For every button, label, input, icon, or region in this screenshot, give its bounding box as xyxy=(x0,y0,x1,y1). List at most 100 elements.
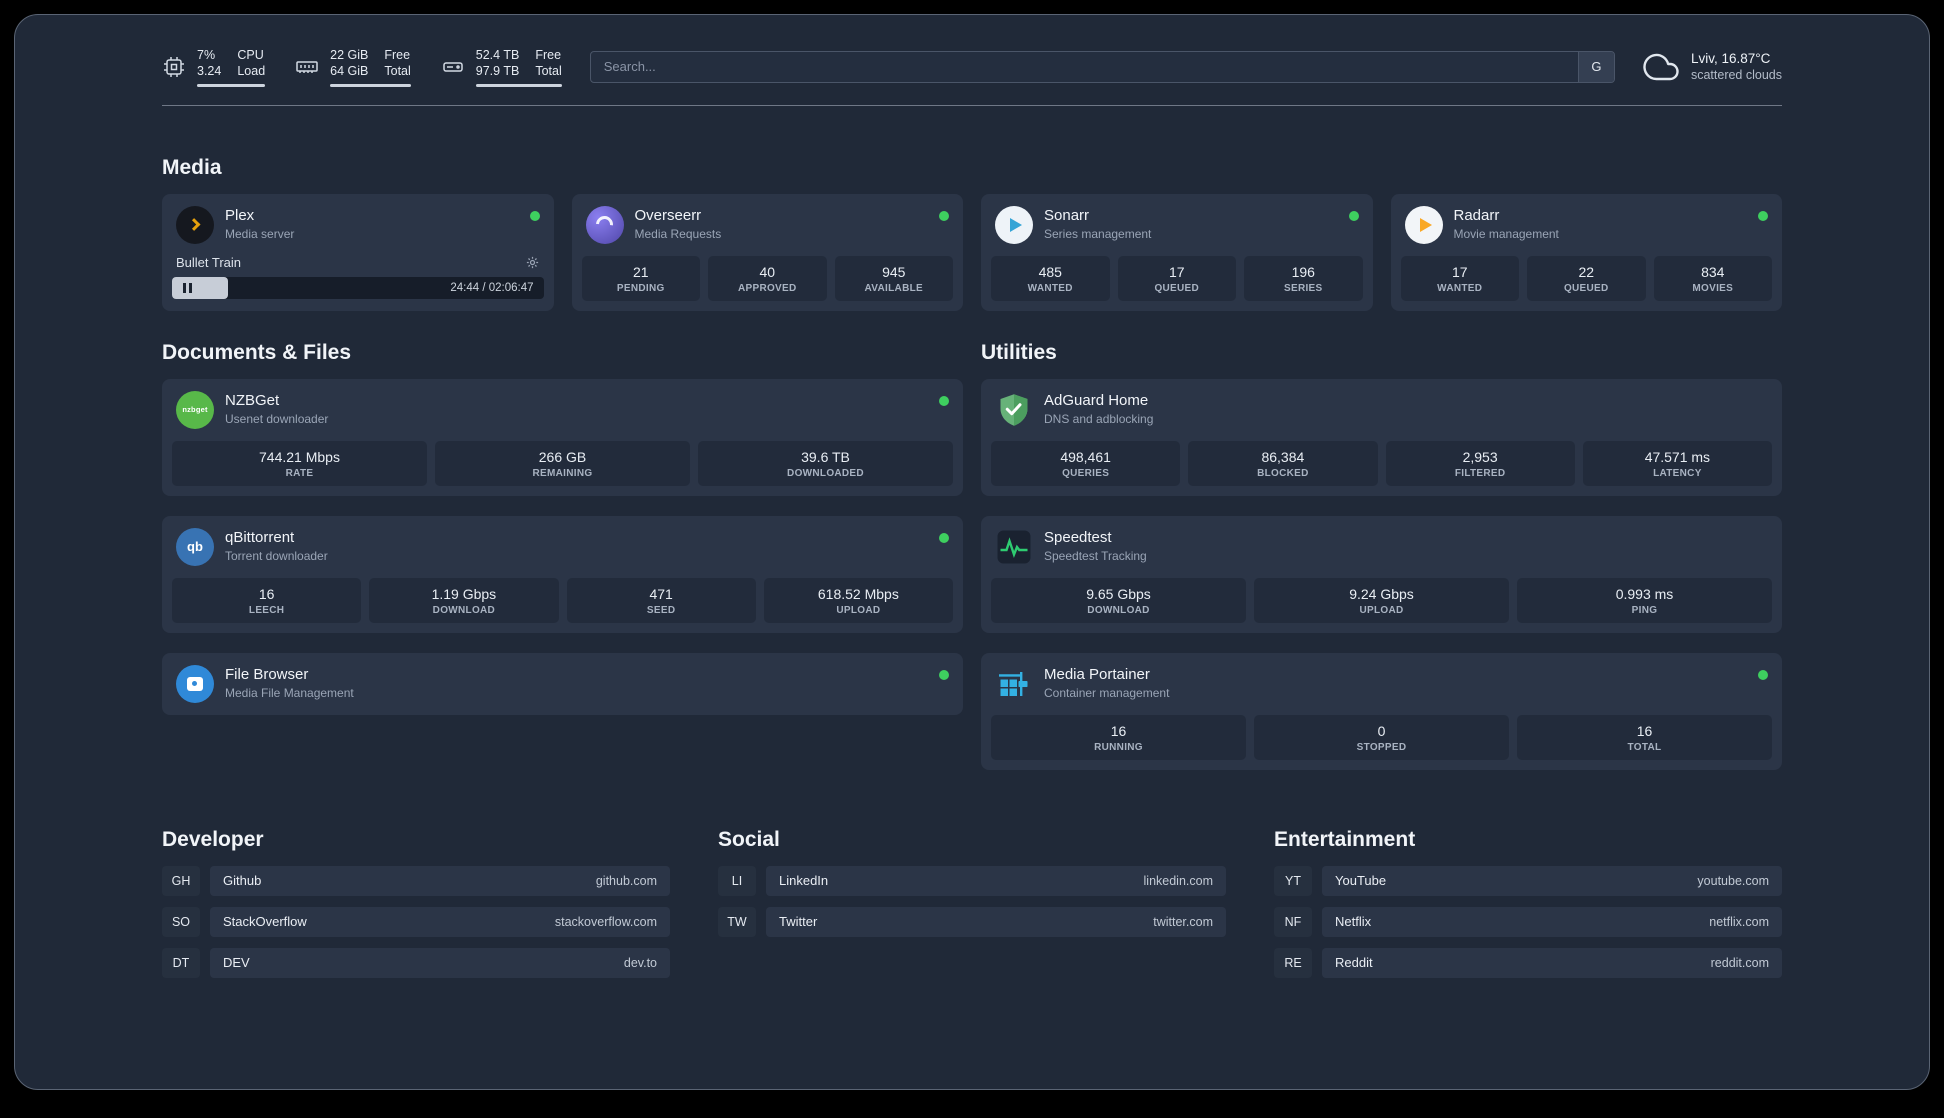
disk-labels: Free Total xyxy=(535,47,561,80)
bookmark-name: LinkedIn xyxy=(779,873,829,888)
stat-value: 0 xyxy=(1377,722,1386,739)
stat-label: LATENCY xyxy=(1653,467,1702,479)
radarr-title: Radarr xyxy=(1453,207,1500,225)
qbittorrent-card[interactable]: qb qBittorrent Torrent downloader 16 LEE… xyxy=(162,515,963,633)
sonarr-card[interactable]: Sonarr Series management 485 WANTED 17 Q… xyxy=(981,193,1373,311)
sonarr-icon xyxy=(995,205,1033,244)
plex-settings-button[interactable] xyxy=(525,255,540,270)
stat-label: BLOCKED xyxy=(1257,467,1309,479)
adguard-stat-latency: 47.571 ms LATENCY xyxy=(1582,440,1772,486)
stat-value: 196 xyxy=(1291,263,1315,280)
section-social: Social LI LinkedIn linkedin.com TW Twitt… xyxy=(718,828,1226,989)
stat-label: QUEUED xyxy=(1563,282,1609,294)
nzbget-stat-downloaded: 39.6 TB DOWNLOADED xyxy=(698,440,953,486)
stat-value: 22 xyxy=(1578,263,1595,280)
bookmark-name: Netflix xyxy=(1335,914,1372,929)
qbittorrent-icon: qb xyxy=(176,527,214,566)
ram-labels: Free Total xyxy=(384,47,410,80)
filebrowser-title: File Browser xyxy=(225,666,309,684)
speedtest-card[interactable]: Speedtest Speedtest Tracking 9.65 Gbps D… xyxy=(981,515,1782,633)
plex-player-bar[interactable]: 24:44 / 02:06:47 xyxy=(172,276,544,299)
stat-label: REMAINING xyxy=(532,467,593,479)
weather-condition: scattered clouds xyxy=(1690,68,1782,83)
bookmark-reddit[interactable]: RE Reddit reddit.com xyxy=(1274,947,1782,978)
plex-icon xyxy=(176,205,214,244)
bookmark-stackoverflow[interactable]: SO StackOverflow stackoverflow.com xyxy=(162,906,670,937)
cloud-icon xyxy=(1643,53,1679,80)
filebrowser-status-dot xyxy=(939,669,949,680)
reddit-abbr-badge: RE xyxy=(1274,947,1312,978)
cpu-percent: 7% xyxy=(197,48,216,62)
adguard-stat-filtered: 2,953 FILTERED xyxy=(1385,440,1575,486)
cpu-label-1: CPU xyxy=(237,48,264,62)
sonarr-status-dot xyxy=(1348,210,1359,221)
stat-label: QUERIES xyxy=(1062,467,1110,479)
stat-label: RUNNING xyxy=(1094,741,1143,753)
qbittorrent-stat-upload: 618.52 Mbps UPLOAD xyxy=(763,577,953,623)
sonarr-title: Sonarr xyxy=(1044,207,1090,225)
disk-label-2: Total xyxy=(535,64,562,79)
disk-total: 97.9 TB xyxy=(475,64,520,79)
radarr-icon xyxy=(1404,205,1443,244)
portainer-card[interactable]: Media Portainer Container management 16 … xyxy=(981,652,1782,770)
ram-widget: 22 GiB 64 GiB Free Total xyxy=(295,47,411,87)
pause-icon[interactable] xyxy=(183,282,192,293)
radarr-status-dot xyxy=(1758,210,1768,221)
stat-label: DOWNLOADED xyxy=(787,467,864,479)
nzbget-subtitle: Usenet downloader xyxy=(225,412,329,427)
radarr-stat-movies: 834 MOVIES xyxy=(1653,255,1772,301)
portainer-subtitle: Container management xyxy=(1044,686,1170,701)
weather-location-temp: Lviv, 16.87°C xyxy=(1690,51,1771,67)
ram-icon xyxy=(296,61,318,73)
ram-usage-bar xyxy=(330,83,411,87)
bookmark-twitter[interactable]: TW Twitter twitter.com xyxy=(718,906,1226,937)
adguard-card[interactable]: AdGuard Home DNS and adblocking 498,461 … xyxy=(981,378,1782,496)
gear-icon xyxy=(526,256,538,268)
portainer-title: Media Portainer xyxy=(1044,666,1150,684)
social-heading: Social xyxy=(718,827,780,851)
overseerr-stat-pending: 21 PENDING xyxy=(581,255,700,301)
bookmark-linkedin[interactable]: LI LinkedIn linkedin.com xyxy=(718,865,1226,896)
disk-values: 52.4 TB 97.9 TB xyxy=(476,47,520,80)
filebrowser-card[interactable]: File Browser Media File Management xyxy=(162,652,963,715)
dashboard-panel: 7% 3.24 CPU Load 22 GiB 64 GiB Free Tota… xyxy=(14,14,1930,1090)
bookmark-youtube[interactable]: YT YouTube youtube.com xyxy=(1274,865,1782,896)
bookmark-dev[interactable]: DT DEV dev.to xyxy=(162,947,670,978)
stat-value: 834 xyxy=(1701,263,1725,280)
bookmark-github[interactable]: GH Github github.com xyxy=(162,865,670,896)
playback-progress xyxy=(172,276,228,299)
search-bar: G xyxy=(589,50,1615,83)
stat-value: 9.65 Gbps xyxy=(1086,585,1151,602)
bookmark-netflix[interactable]: NF Netflix netflix.com xyxy=(1274,906,1782,937)
sonarr-subtitle: Series management xyxy=(1044,227,1152,242)
plex-title: Plex xyxy=(225,207,255,225)
overseerr-title: Overseerr xyxy=(634,207,702,225)
portainer-status-dot xyxy=(1758,669,1768,680)
search-input[interactable] xyxy=(590,51,1578,82)
ram-total: 64 GiB xyxy=(330,64,369,79)
qbittorrent-subtitle: Torrent downloader xyxy=(225,549,328,564)
ram-label-1: Free xyxy=(384,48,411,62)
cpu-usage-bar xyxy=(197,83,266,87)
bookmark-name: StackOverflow xyxy=(223,914,307,929)
speedtest-title: Speedtest xyxy=(1044,529,1112,547)
stat-label: DOWNLOAD xyxy=(432,604,496,616)
netflix-abbr-badge: NF xyxy=(1274,906,1312,937)
adguard-subtitle: DNS and adblocking xyxy=(1044,412,1154,427)
nzbget-card[interactable]: nzbget NZBGet Usenet downloader 744.21 M… xyxy=(162,378,963,496)
plex-card[interactable]: Plex Media server Bullet Train 24:44 / 0… xyxy=(162,193,554,311)
portainer-stat-stopped: 0 STOPPED xyxy=(1254,714,1509,760)
radarr-stat-queued: 22 QUEUED xyxy=(1527,255,1646,301)
twitter-abbr-badge: TW xyxy=(718,906,756,937)
search-engine-button[interactable]: G xyxy=(1577,51,1614,82)
overseerr-card[interactable]: Overseerr Media Requests 21 PENDING 40 A… xyxy=(571,193,963,311)
nzbget-status-dot xyxy=(939,395,949,406)
radarr-card[interactable]: Radarr Movie management 17 WANTED 22 QUE… xyxy=(1390,193,1782,311)
qbittorrent-stat-download: 1.19 Gbps DOWNLOAD xyxy=(369,577,559,623)
stackoverflow-abbr-badge: SO xyxy=(162,906,200,937)
stat-value: 16 xyxy=(1110,722,1127,739)
radarr-subtitle: Movie management xyxy=(1453,227,1559,242)
stat-value: 2,953 xyxy=(1462,448,1498,465)
weather-widget: Lviv, 16.87°C scattered clouds xyxy=(1643,49,1782,85)
bookmark-url: dev.to xyxy=(623,955,657,970)
